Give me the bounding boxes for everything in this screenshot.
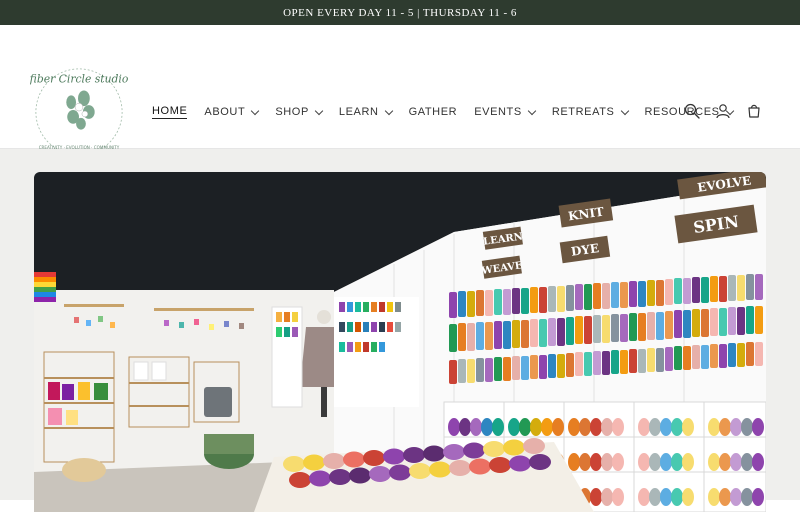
nav-item-retreats[interactable]: RETREATS	[551, 106, 629, 118]
cart-icon[interactable]	[746, 103, 762, 119]
shop-interior-photo: LEARN WEAVE KNIT DYE EVOLVE SPIN	[34, 172, 766, 512]
nav-item-shop[interactable]: SHOP	[275, 106, 324, 118]
chevron-down-icon	[384, 106, 393, 115]
nav-item-label: ABOUT	[204, 106, 246, 118]
search-icon[interactable]	[684, 103, 700, 119]
chevron-down-icon	[314, 106, 324, 115]
yarn-wall	[449, 274, 763, 384]
chevron-down-icon	[620, 106, 629, 115]
nav-item-gather[interactable]: GATHER	[409, 106, 458, 118]
nav-item-about[interactable]: ABOUT	[204, 106, 260, 118]
logo-text: fiber Circle studio	[30, 73, 128, 86]
nav-item-learn[interactable]: LEARN	[338, 106, 393, 118]
nav-item-label: HOME	[152, 105, 188, 119]
nav-item-label: SHOP	[275, 106, 309, 118]
main-nav: HOME ABOUT SHOP LEARN GATHER EVENTS RETREATS RE…	[152, 105, 750, 119]
site-header: fiber Circle studio CREATIVITY · EVOLUTI…	[0, 25, 800, 156]
nav-item-label: LEARN	[338, 106, 379, 118]
hero-section: LEARN WEAVE KNIT DYE EVOLVE SPIN	[0, 149, 800, 512]
nav-item-home[interactable]: HOME	[152, 105, 188, 119]
account-icon[interactable]	[715, 103, 731, 119]
nav-item-events[interactable]: EVENTS	[474, 106, 537, 118]
pride-flag	[34, 272, 56, 302]
nav-item-label: RETREATS	[551, 106, 615, 118]
announcement-bar: OPEN EVERY DAY 11 - 5 | THURSDAY 11 - 6	[0, 0, 800, 25]
chevron-down-icon	[527, 106, 537, 115]
chevron-down-icon	[251, 106, 260, 115]
hero-image: LEARN WEAVE KNIT DYE EVOLVE SPIN	[34, 172, 766, 512]
nav-item-label: GATHER	[408, 106, 458, 118]
announcement-text: OPEN EVERY DAY 11 - 5 | THURSDAY 11 - 6	[283, 6, 517, 19]
header-icons	[684, 103, 762, 119]
fiber-circle-studio-logo[interactable]: fiber Circle studio CREATIVITY · EVOLUTI…	[30, 63, 128, 161]
nav-item-label: EVENTS	[474, 106, 522, 118]
